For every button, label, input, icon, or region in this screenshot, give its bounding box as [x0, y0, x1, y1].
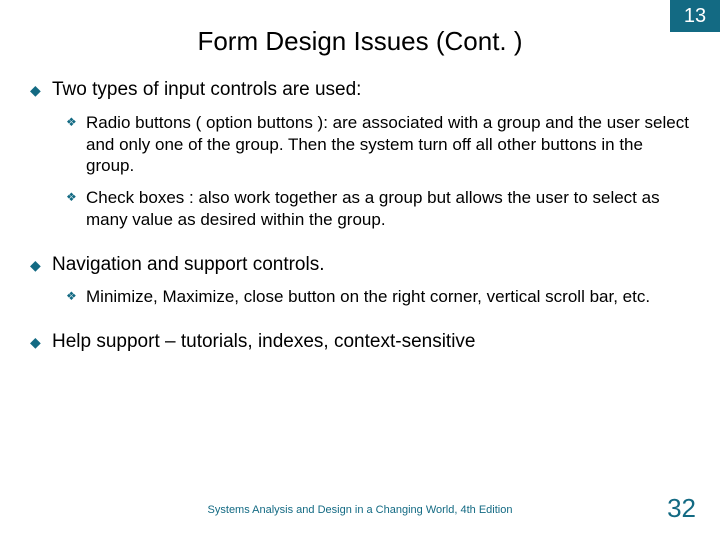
clover-icon: ❖: [66, 286, 86, 304]
bullet-level1: ◆ Two types of input controls are used:: [30, 78, 690, 102]
bullet-text: Two types of input controls are used:: [52, 78, 690, 102]
diamond-icon: ◆: [30, 330, 52, 352]
bullet-level2: ❖ Check boxes : also work together as a …: [66, 187, 690, 231]
bullet-level2: ❖ Minimize, Maximize, close button on th…: [66, 286, 690, 308]
bullet-text: Minimize, Maximize, close button on the …: [86, 286, 690, 308]
footer-page-number: 32: [667, 493, 696, 524]
bullet-level1: ◆ Navigation and support controls.: [30, 253, 690, 277]
bullet-level1: ◆ Help support – tutorials, indexes, con…: [30, 330, 690, 354]
bullet-level2: ❖ Radio buttons ( option buttons ): are …: [66, 112, 690, 177]
bullet-text: Navigation and support controls.: [52, 253, 690, 277]
clover-icon: ❖: [66, 112, 86, 130]
footer-caption: Systems Analysis and Design in a Changin…: [0, 504, 720, 516]
diamond-icon: ◆: [30, 78, 52, 100]
spacer: [30, 318, 690, 330]
clover-icon: ❖: [66, 187, 86, 205]
bullet-text: Radio buttons ( option buttons ): are as…: [86, 112, 690, 177]
spacer: [30, 241, 690, 253]
bullet-text: Help support – tutorials, indexes, conte…: [52, 330, 690, 354]
slide-title: Form Design Issues (Cont. ): [0, 26, 720, 57]
diamond-icon: ◆: [30, 253, 52, 275]
slide-body: ◆ Two types of input controls are used: …: [30, 78, 690, 362]
bullet-text: Check boxes : also work together as a gr…: [86, 187, 690, 231]
